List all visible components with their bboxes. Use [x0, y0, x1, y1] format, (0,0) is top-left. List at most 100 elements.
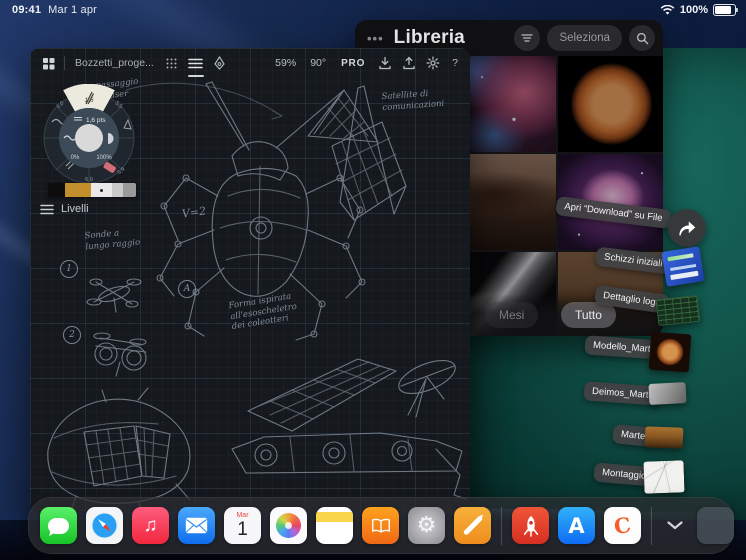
swatch-white-selected[interactable] — [91, 183, 112, 197]
export-tray-icon — [402, 56, 416, 70]
select-button[interactable]: Seleziona — [547, 25, 622, 51]
chat-bubble-icon — [48, 518, 69, 534]
status-time: 09:41 — [12, 4, 41, 16]
dock-recent-concepts[interactable]: C — [604, 507, 641, 544]
dock: ♫ Mar 1 ⚙ A C — [28, 497, 734, 554]
dock-recent-rocket-app[interactable] — [512, 507, 549, 544]
pod-sketch — [48, 388, 190, 512]
battery-icon — [713, 4, 736, 16]
filter-lines-icon — [521, 33, 533, 43]
dock-app-settings[interactable]: ⚙ — [408, 507, 445, 544]
library-title: Libreria — [394, 27, 465, 49]
pen-nib-icon — [213, 56, 226, 70]
swatch-black[interactable] — [48, 183, 65, 197]
status-date: Mar 1 apr — [48, 4, 97, 16]
window-controls-dots[interactable]: ••• — [367, 31, 384, 46]
color-swatch-strip[interactable] — [48, 183, 136, 197]
swatch-gray[interactable] — [123, 183, 136, 197]
concepts-c-icon: C — [612, 512, 632, 539]
layers-list-icon — [40, 204, 54, 215]
rotation-angle[interactable]: 90° — [310, 57, 326, 69]
calendar-day: 1 — [237, 520, 248, 539]
dock-app-notes[interactable] — [316, 507, 353, 544]
export-button[interactable] — [397, 51, 421, 75]
dock-app-safari[interactable] — [86, 507, 123, 544]
drag-thumb-sketch-page[interactable] — [643, 460, 684, 493]
opacity-min: 0% — [71, 155, 80, 161]
tab-tutto[interactable]: Tutto — [561, 302, 616, 328]
status-bar: 09:41 Mar 1 apr 100% — [0, 0, 746, 22]
dock-app-music[interactable]: ♫ — [132, 507, 169, 544]
pro-badge[interactable]: PRO — [341, 58, 365, 69]
tab-mesi[interactable]: Mesi — [485, 302, 538, 328]
photo-mars-hills[interactable] — [456, 154, 556, 250]
search-button[interactable] — [629, 25, 655, 51]
gallery-grid-button[interactable] — [36, 51, 60, 75]
drag-thumb-circuit-card[interactable] — [656, 295, 701, 326]
sketch-toolbar: Bozzetti_proge... 59% — [30, 48, 470, 78]
dock-app-books[interactable] — [362, 507, 399, 544]
share-forward-button[interactable] — [668, 209, 706, 247]
pen-mode-button[interactable] — [208, 51, 232, 75]
tool-wheel[interactable]: 1,6 1,0 5,5 5,9 6,0 1,6 pts 0% 100% — [38, 84, 140, 188]
wheel-center-button[interactable] — [75, 124, 103, 152]
annotation-arrow — [126, 83, 282, 119]
settings-button[interactable] — [421, 51, 445, 75]
swatch-lightgray[interactable] — [112, 183, 123, 197]
gear-icon — [426, 56, 440, 70]
layers-row[interactable]: Livelli — [40, 203, 89, 215]
sketch-app-window: passaggioal laser Satellite dicomunicazi… — [30, 48, 470, 512]
annotation-letter-a: A — [178, 280, 196, 298]
gear-icon: ⚙ — [417, 513, 437, 538]
open-book-icon — [370, 517, 392, 535]
battery-percent: 100% — [680, 4, 708, 16]
photos-flower-icon — [276, 513, 301, 538]
dock-recent-app-store[interactable]: A — [558, 507, 595, 544]
document-title[interactable]: Bozzetti_proge... — [75, 57, 154, 69]
dock-app-photos[interactable] — [270, 507, 307, 544]
forward-arrow-icon — [677, 220, 697, 237]
dock-app-messages[interactable] — [40, 507, 77, 544]
envelope-icon — [185, 517, 208, 534]
layers-label: Livelli — [61, 203, 89, 215]
swatch-gold[interactable] — [65, 183, 91, 197]
stroke-width-value: 1,6 pts — [86, 117, 106, 124]
import-button[interactable] — [373, 51, 397, 75]
layers-panel-button[interactable] — [184, 51, 208, 75]
dock-collapse-chevron[interactable] — [662, 507, 688, 544]
music-note-icon: ♫ — [143, 515, 157, 537]
dock-app-library[interactable] — [697, 507, 734, 544]
precision-grid-button[interactable] — [160, 51, 184, 75]
annotation-satellite: Satellite dicomunicazioni — [381, 88, 444, 114]
stacked-lines-icon — [188, 58, 203, 69]
active-tool-size: 1,6 — [84, 97, 93, 104]
opacity-max: 100% — [96, 155, 112, 161]
dock-divider — [501, 507, 502, 545]
annotation-number-1: 1 — [60, 260, 78, 278]
help-button[interactable]: ? — [452, 57, 458, 69]
search-icon — [636, 32, 649, 45]
annotation-number-2: 2 — [63, 326, 81, 344]
rover-sketch — [232, 354, 466, 499]
rocket-icon — [520, 514, 542, 538]
dock-app-calendar[interactable]: Mar 1 — [224, 507, 261, 544]
app-store-a-icon: A — [568, 514, 584, 538]
pen-icon — [462, 515, 483, 536]
safari-compass-icon — [90, 511, 119, 540]
drag-thumb-mars-sphere[interactable] — [649, 332, 692, 373]
wifi-icon — [660, 5, 675, 16]
ipad-screen: 09:41Mar 1 apr 100% ••• Libreri — [0, 0, 746, 560]
photo-nebula-horsehead[interactable] — [456, 56, 556, 152]
zoom-level[interactable]: 59% — [275, 57, 296, 69]
photo-mars-globe[interactable] — [558, 56, 663, 152]
drag-thumb-mars-panorama[interactable] — [645, 426, 684, 448]
import-tray-icon — [378, 56, 392, 70]
four-squares-icon — [42, 57, 55, 70]
drag-thumb-blue-sticker[interactable] — [661, 246, 704, 287]
drag-thumb-moon-rock[interactable] — [648, 382, 686, 405]
dock-divider — [651, 507, 652, 545]
dock-app-drawing[interactable] — [454, 507, 491, 544]
view-options-button[interactable] — [514, 25, 540, 51]
chevron-down-icon — [667, 521, 683, 530]
dock-app-mail[interactable] — [178, 507, 215, 544]
